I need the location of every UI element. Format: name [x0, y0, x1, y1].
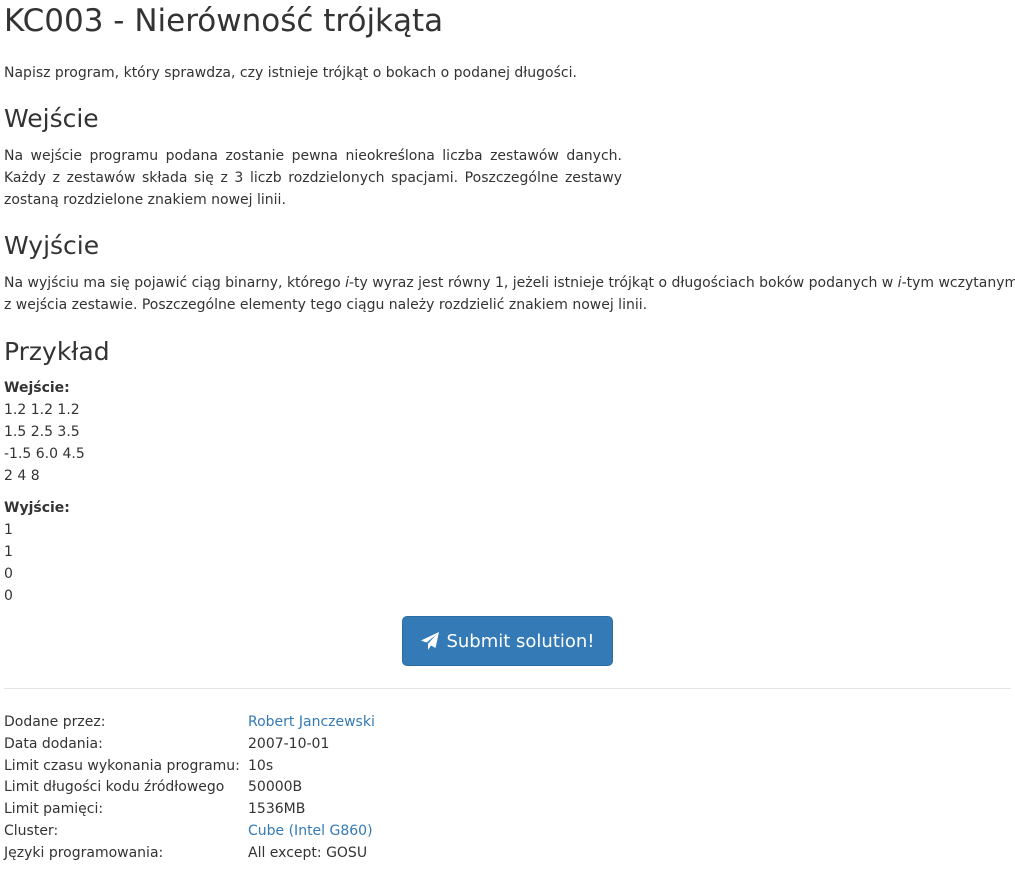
example-heading: Przykład — [4, 337, 110, 366]
output-text: -tym wczytanym — [901, 275, 1015, 291]
example-input: Wejście: 1.2 1.2 1.2 1.5 2.5 3.5 -1.5 6.… — [4, 377, 85, 487]
meta-value: All except: GOSU — [248, 844, 368, 861]
output-description-line: Na wyjściu ma się pojawić ciąg binarny, … — [4, 272, 1015, 294]
meta-label: Języki programowania: — [4, 844, 164, 861]
meta-label: Data dodania: — [4, 735, 103, 752]
paper-plane-icon — [420, 631, 440, 651]
meta-value: 50000B — [248, 779, 303, 796]
problem-intro: Napisz program, który sprawdza, czy istn… — [4, 65, 577, 81]
input-description-line: Każdy z zestawów składa się z 3 liczb ro… — [4, 170, 622, 186]
submit-button-label: Submit solution! — [446, 630, 595, 652]
meta-label: Limit długości kodu źródłowego — [4, 779, 225, 796]
input-description-line: zostaną rozdzielone znakiem nowej linii. — [4, 192, 286, 208]
output-description: Na wyjściu ma się pojawić ciąg binarny, … — [4, 272, 1015, 316]
section-divider — [4, 688, 1011, 689]
cluster-link[interactable]: Cube (Intel G860) — [248, 820, 373, 842]
submit-solution-button[interactable]: Submit solution! — [402, 616, 613, 666]
meta-value: 1536MB — [248, 801, 306, 818]
page-title: KC003 - Nierówność trójkąta — [4, 3, 444, 39]
example-output-line: 1 — [4, 522, 13, 538]
example-output-line: 0 — [4, 566, 13, 582]
example-input-line: 2 4 8 — [4, 468, 40, 484]
input-description: Na wejście programu podana zostanie pewn… — [4, 145, 622, 211]
example-output: Wyjście: 1 1 0 0 — [4, 497, 70, 607]
example-output-line: 1 — [4, 544, 13, 560]
output-text: -ty wyraz jest równy 1, jeżeli istnieje … — [348, 275, 898, 291]
example-input-line: -1.5 6.0 4.5 — [4, 446, 85, 462]
output-description-line: z wejścia zestawie. Poszczególne element… — [4, 297, 648, 313]
example-input-label: Wejście: — [4, 380, 70, 396]
output-heading: Wyjście — [4, 231, 100, 260]
meta-label: Limit pamięci: — [4, 801, 104, 818]
meta-value: 2007-10-01 — [248, 735, 330, 752]
input-description-line: Na wejście programu podana zostanie pewn… — [4, 148, 622, 164]
meta-value: 10s — [248, 757, 274, 774]
example-input-line: 1.5 2.5 3.5 — [4, 424, 80, 440]
input-heading: Wejście — [4, 104, 99, 133]
example-input-line: 1.2 1.2 1.2 — [4, 402, 80, 418]
author-link[interactable]: Robert Janczewski — [248, 711, 375, 733]
example-output-label: Wyjście: — [4, 500, 70, 516]
example-output-line: 0 — [4, 588, 13, 604]
output-text: Na wyjściu ma się pojawić ciąg binarny, … — [4, 275, 346, 291]
meta-label: Limit czasu wykonania programu: — [4, 757, 240, 774]
meta-label: Dodane przez: — [4, 714, 106, 730]
meta-label: Cluster: — [4, 822, 59, 839]
